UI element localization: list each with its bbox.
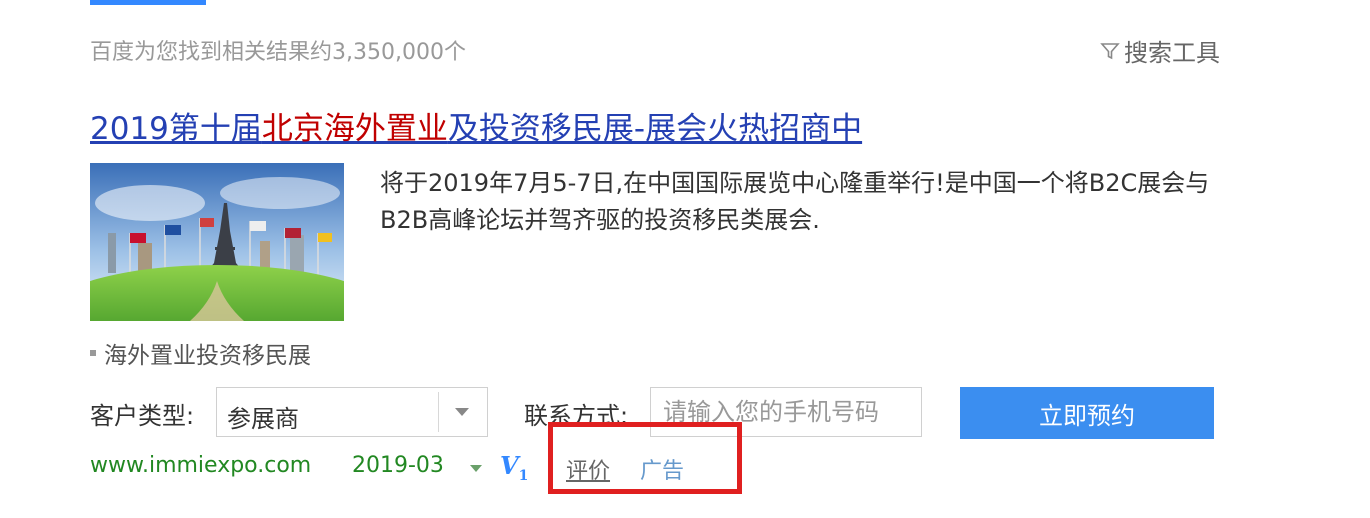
v-badge-letter: V	[500, 451, 519, 480]
image-caption[interactable]: 海外置业投资移民展	[90, 336, 311, 370]
annotation-highlight-box	[548, 422, 742, 494]
result-date: 2019-03	[352, 453, 444, 478]
result-url[interactable]: www.immiexpo.com	[90, 453, 311, 478]
title-suffix: 及投资移民展-展会火热招商中	[447, 111, 863, 147]
result-count: 百度为您找到相关结果约3,350,000个	[90, 40, 466, 65]
search-tools-label: 搜索工具	[1124, 39, 1220, 67]
v1-verification-badge[interactable]: V1	[500, 451, 528, 484]
result-description: 将于2019年7月5-7日,在中国国际展览中心隆重举行!是中国一个将B2C展会与…	[380, 169, 1210, 234]
result-thumbnail[interactable]	[90, 163, 344, 321]
image-caption-label: 海外置业投资移民展	[104, 343, 311, 369]
dropdown-arrow-icon[interactable]	[470, 465, 482, 472]
search-tools-button[interactable]: 搜索工具	[1100, 33, 1220, 68]
active-tab-underline	[90, 0, 206, 5]
result-title-link[interactable]: 2019第十届北京海外置业及投资移民展-展会火热招商中	[90, 103, 862, 148]
chevron-down-icon	[455, 408, 469, 416]
select-divider	[438, 392, 439, 432]
customer-type-select[interactable]: 参展商	[216, 387, 488, 437]
title-keyword-highlight: 北京海外置业	[261, 111, 448, 147]
title-prefix: 2019第十届	[90, 111, 262, 147]
customer-type-label: 客户类型:	[90, 402, 195, 430]
book-now-button[interactable]: 立即预约	[960, 387, 1214, 439]
v-badge-level: 1	[518, 467, 529, 484]
bullet-icon	[90, 350, 96, 356]
filter-icon	[1100, 41, 1120, 61]
customer-type-value: 参展商	[227, 405, 299, 433]
